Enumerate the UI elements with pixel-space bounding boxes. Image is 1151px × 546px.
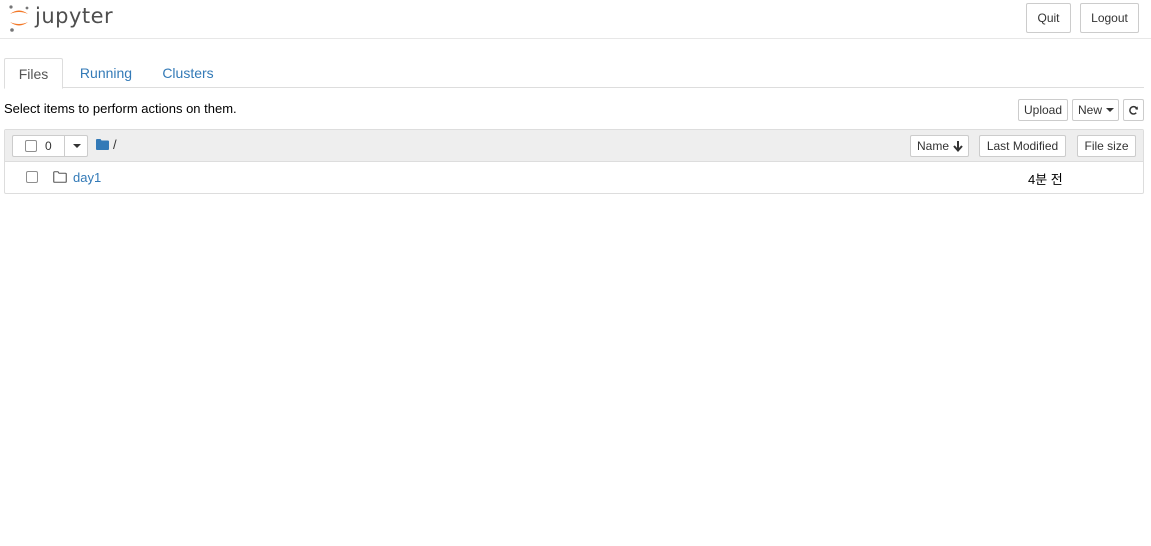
folder-icon[interactable] [96, 139, 109, 150]
select-all-checkbox[interactable] [25, 140, 37, 152]
chevron-down-icon [1106, 108, 1115, 112]
tab-running[interactable]: Running [74, 58, 138, 88]
select-dropdown-button[interactable] [65, 136, 88, 156]
item-modified: 4분 전 [1028, 172, 1063, 187]
chevron-down-icon [72, 144, 81, 148]
select-all-group: 0 [12, 135, 88, 157]
new-dropdown-button[interactable]: New [1072, 99, 1119, 121]
sort-file-size-button[interactable]: File size [1077, 135, 1136, 157]
item-checkbox[interactable] [26, 171, 38, 183]
new-label: New [1078, 103, 1103, 117]
quit-button[interactable]: Quit [1026, 3, 1071, 33]
folder-outline-icon [53, 171, 67, 183]
sort-last-modified-button[interactable]: Last Modified [979, 135, 1066, 157]
logo-text: jupyter [35, 4, 114, 28]
tab-files[interactable]: Files [4, 58, 63, 89]
arrow-down-icon [953, 140, 963, 152]
instructions-text: Select items to perform actions on them. [4, 101, 237, 116]
item-name-link[interactable]: day1 [73, 170, 101, 185]
file-list-header: 0 / Name Last Modified File size [5, 130, 1143, 162]
tab-clusters[interactable]: Clusters [156, 58, 220, 88]
file-list: 0 / Name Last Modified File size day1 4분… [4, 129, 1144, 194]
breadcrumb-root[interactable]: / [113, 137, 117, 152]
jupyter-logo[interactable]: jupyter [8, 3, 113, 33]
sort-name-button[interactable]: Name [910, 135, 969, 157]
header-bar: jupyter Quit Logout [0, 0, 1151, 39]
tab-bar: Files Running Clusters [4, 58, 1144, 89]
upload-button[interactable]: Upload [1018, 99, 1068, 121]
sort-name-label: Name [917, 139, 950, 153]
list-item: day1 4분 전 [5, 162, 1143, 193]
refresh-button[interactable] [1123, 99, 1144, 121]
jupyter-logo-icon [9, 5, 29, 32]
logout-button[interactable]: Logout [1080, 3, 1139, 33]
refresh-icon [1129, 105, 1138, 115]
selected-count: 0 [45, 139, 52, 153]
